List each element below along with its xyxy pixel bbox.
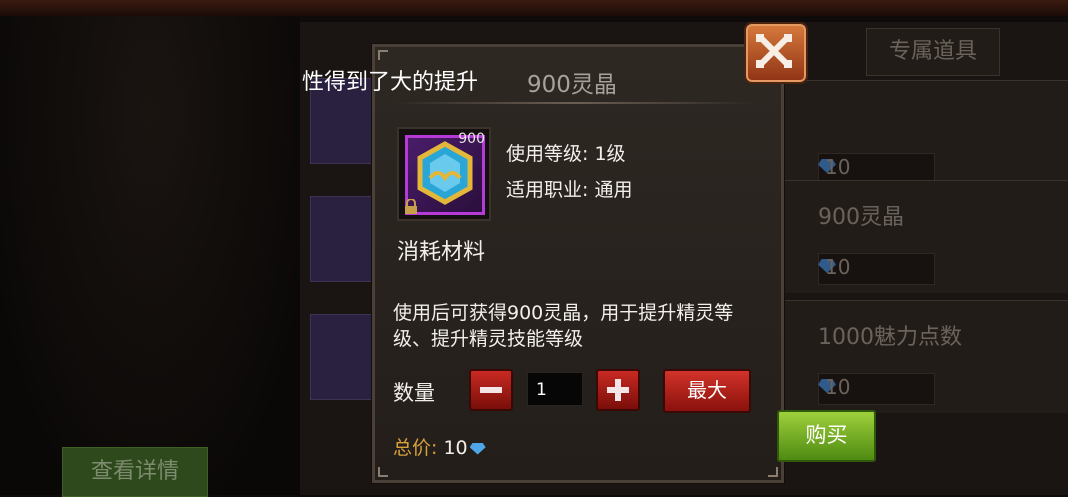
item-slot: 900 — [397, 127, 491, 221]
list-item-thumb[interactable] — [310, 314, 374, 400]
list-item[interactable]: 1000魅力点数 10 — [775, 300, 1068, 413]
dialog-title: 900灵晶 — [527, 72, 617, 98]
quantity-input[interactable]: 1 — [527, 372, 583, 406]
overlay-caption: 性得到了大的提升 — [302, 70, 479, 95]
title-divider — [393, 102, 755, 104]
use-level: 使用等级: 1级 — [506, 143, 626, 165]
total-value: 10 — [443, 437, 468, 459]
crystal-icon — [417, 141, 473, 205]
list-item-price: 10 — [825, 375, 851, 399]
total-label: 总价: — [393, 437, 444, 459]
list-item-price: 10 — [825, 255, 851, 279]
tab-exclusive-items[interactable]: 专属道具 — [866, 28, 1000, 76]
frame-corner — [378, 50, 388, 60]
minus-icon — [480, 387, 502, 393]
list-item-price: 10 — [825, 155, 851, 179]
list-item[interactable]: 900灵晶 10 — [775, 180, 1068, 293]
item-detail-dialog: 900灵晶 900 使用等级: 1级 适用职业: 通用 消耗材料 使用后可获得9… — [372, 44, 784, 483]
max-button[interactable]: 最大 — [663, 369, 751, 413]
frame-corner — [768, 467, 778, 477]
close-icon — [756, 34, 792, 68]
list-item-name: 1000魅力点数 — [818, 325, 962, 350]
total-price: 总价: 10 — [393, 433, 486, 460]
item-count: 900 — [458, 131, 485, 147]
top-bar — [0, 0, 1068, 16]
list-item-name: 900灵晶 — [818, 205, 904, 230]
left-scene — [0, 16, 300, 495]
item-category: 消耗材料 — [397, 240, 486, 265]
decrease-button[interactable] — [469, 369, 513, 411]
list-item-thumb[interactable] — [310, 196, 374, 282]
increase-button[interactable] — [596, 369, 640, 411]
lock-icon — [405, 199, 417, 214]
plus-icon — [607, 379, 629, 401]
quantity-label: 数量 — [393, 381, 435, 405]
close-button[interactable] — [744, 22, 808, 84]
list-item[interactable]: 10 — [775, 80, 1068, 193]
applicable-class: 适用职业: 通用 — [506, 179, 633, 201]
buy-button[interactable]: 购买 — [777, 410, 876, 462]
view-details-button[interactable]: 查看详情 — [62, 447, 208, 497]
item-description: 使用后可获得900灵晶，用于提升精灵等级、提升精灵技能等级 — [393, 302, 734, 350]
frame-corner — [378, 467, 388, 477]
gem-icon — [469, 442, 486, 455]
